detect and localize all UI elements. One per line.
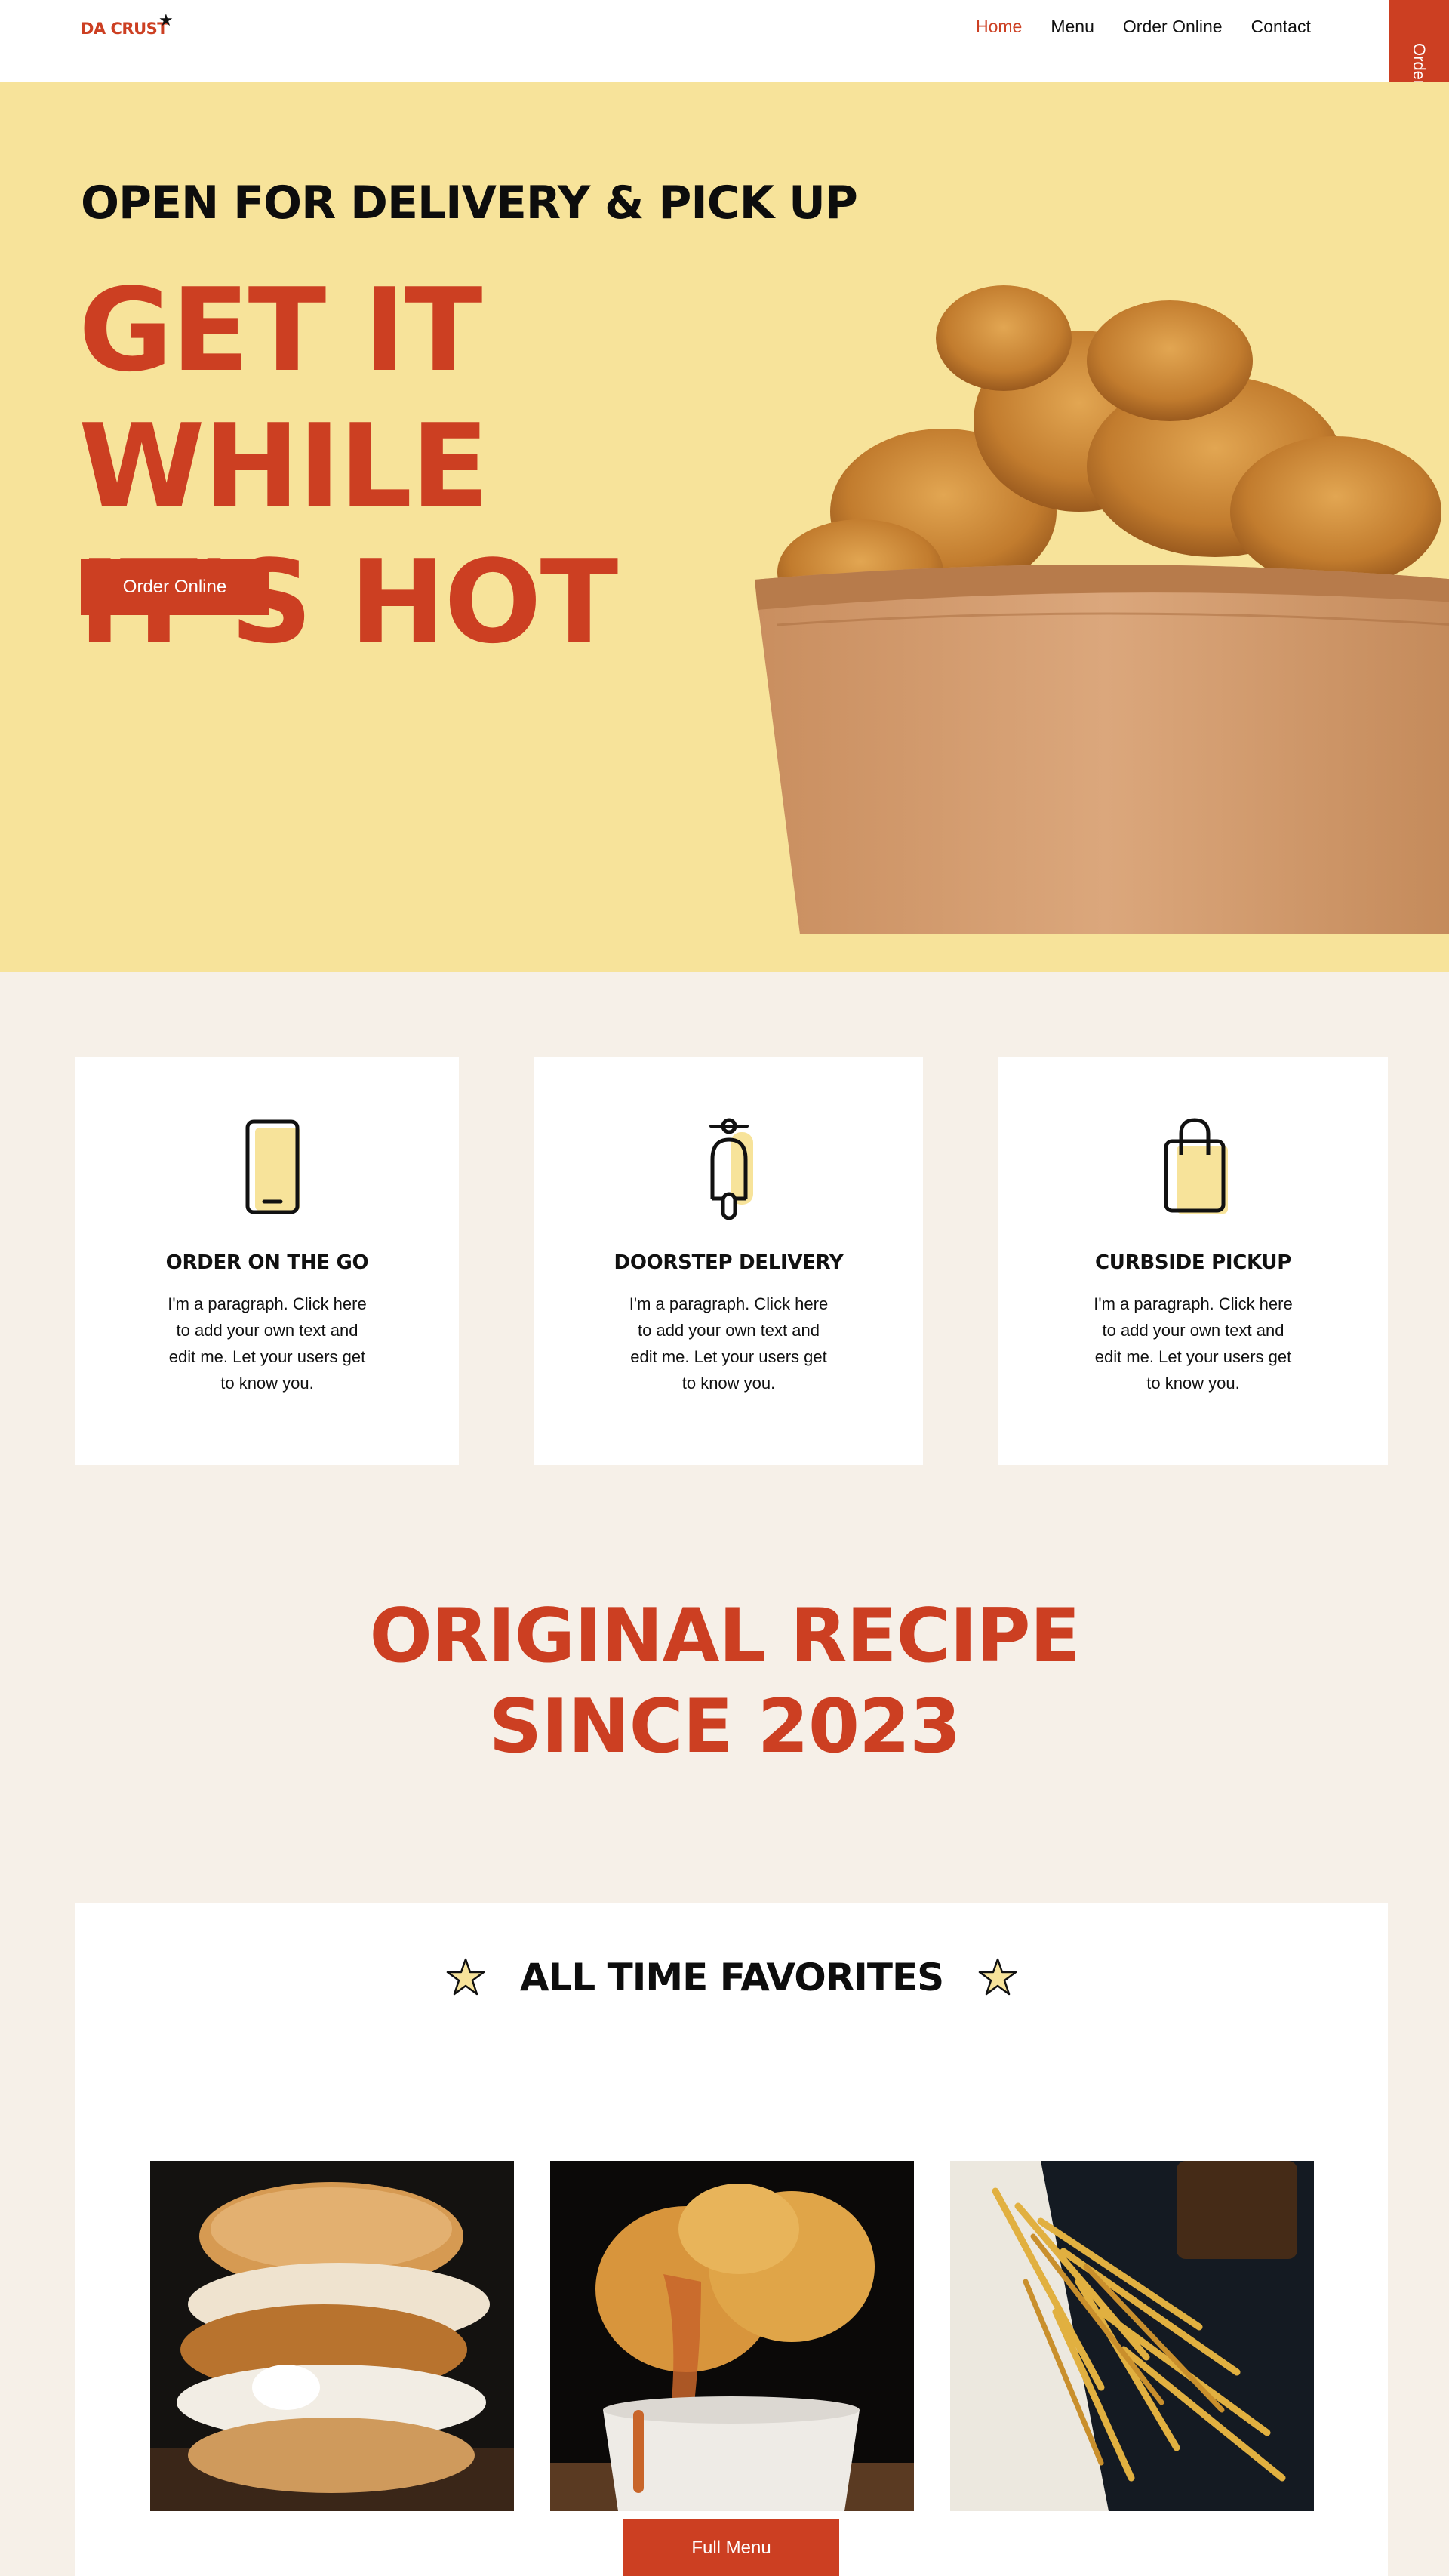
favorites-section: ALL TIME FAVORITES Full Menu — [75, 1903, 1388, 2576]
feature-card-pickup: CURBSIDE PICKUP I'm a paragraph. Click h… — [998, 1057, 1388, 1465]
feature-text: I'm a paragraph. Click here to add your … — [168, 1294, 367, 1393]
recipe-line2: SINCE 2023 — [488, 1684, 961, 1770]
chicken-cup-image[interactable] — [550, 2161, 914, 2511]
hero-section: OPEN FOR DELIVERY & PICK UP GET IT WHILE… — [0, 82, 1449, 972]
full-menu-button[interactable]: Full Menu — [623, 2519, 839, 2576]
nav-contact[interactable]: Contact — [1251, 17, 1311, 37]
feature-text: I'm a paragraph. Click here to add your … — [629, 1294, 829, 1393]
fried-chicken-bucket-image — [755, 285, 1449, 934]
feature-title: ORDER ON THE GO — [165, 1251, 369, 1274]
phone-icon — [245, 1119, 300, 1214]
feature-title: CURBSIDE PICKUP — [1095, 1251, 1291, 1274]
nav-home[interactable]: Home — [976, 17, 1022, 37]
star-icon — [978, 1958, 1017, 1996]
recipe-headline: ORIGINAL RECIPE SINCE 2023 — [0, 1591, 1449, 1772]
favorites-header: ALL TIME FAVORITES — [75, 1956, 1388, 1999]
feature-text: I'm a paragraph. Click here to add your … — [1094, 1294, 1293, 1393]
recipe-line1: ORIGINAL RECIPE — [369, 1593, 1080, 1679]
french-fries-image[interactable] — [950, 2161, 1314, 2511]
hero-order-online-button[interactable]: Order Online — [81, 559, 269, 615]
nav-order-online[interactable]: Order Online — [1123, 17, 1223, 37]
nav-menu[interactable]: Menu — [1051, 17, 1094, 37]
site-logo[interactable]: DA CRUST — [81, 20, 168, 38]
feature-card-order: ORDER ON THE GO I'm a paragraph. Click h… — [75, 1057, 459, 1465]
favorites-title: ALL TIME FAVORITES — [519, 1956, 944, 1999]
site-header: DA CRUST ★ Home Menu Order Online Contac… — [0, 0, 1449, 82]
logo-star-icon: ★ — [158, 11, 174, 29]
hero-title-line1: GET IT WHILE — [78, 263, 489, 533]
feature-title: DOORSTEP DELIVERY — [614, 1251, 844, 1274]
chicken-sandwich-image[interactable] — [150, 2161, 514, 2511]
hero-eyebrow: OPEN FOR DELIVERY & PICK UP — [81, 177, 858, 229]
main-nav: Home Menu Order Online Contact — [976, 17, 1311, 37]
star-icon — [446, 1958, 485, 1996]
scooter-icon — [709, 1118, 753, 1220]
feature-card-delivery: DOORSTEP DELIVERY I'm a paragraph. Click… — [534, 1057, 923, 1465]
shopping-bag-icon — [1164, 1118, 1228, 1214]
